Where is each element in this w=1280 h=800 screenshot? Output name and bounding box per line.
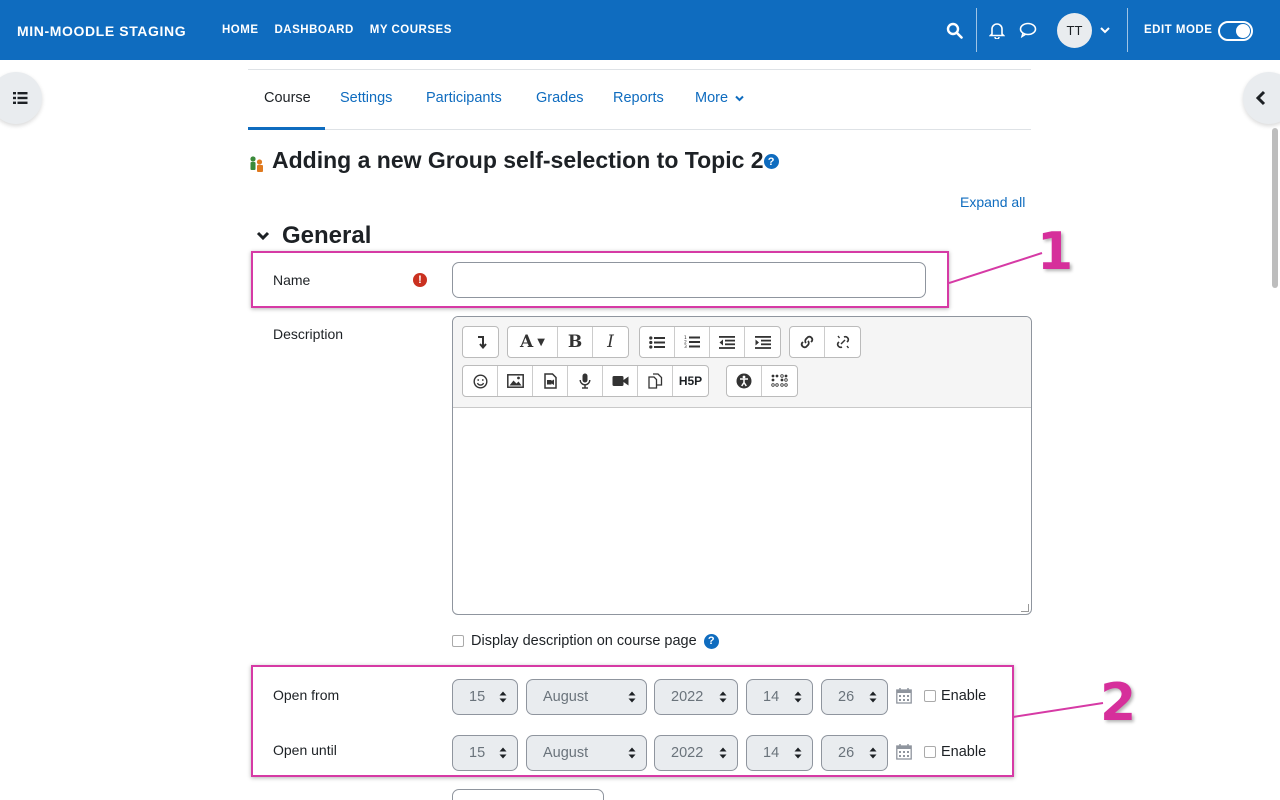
svg-text:3: 3	[684, 344, 687, 349]
chevron-down-icon	[256, 231, 270, 241]
tab-settings[interactable]: Settings	[340, 90, 392, 106]
emoji-icon[interactable]	[463, 366, 498, 396]
nav-my-courses-link[interactable]: MY COURSES	[370, 24, 452, 36]
annotation-number-2: 2	[1100, 673, 1137, 733]
help-icon[interactable]: ?	[703, 633, 719, 649]
display-description-option: Display description on course page ?	[452, 633, 719, 649]
nav-divider	[1127, 8, 1128, 52]
description-label: Description	[273, 326, 344, 342]
font-style-label: A	[520, 332, 534, 352]
display-description-label: Display description on course page	[471, 633, 697, 649]
bold-label: B	[567, 332, 583, 352]
edit-mode-label: EDIT MODE	[1144, 24, 1213, 36]
toolbar-group-accessibility	[726, 365, 798, 397]
nav-dashboard-link[interactable]: DASHBOARD	[275, 24, 354, 36]
next-field-input[interactable]	[452, 789, 604, 800]
page-scrollbar[interactable]	[1272, 128, 1278, 288]
tab-participants[interactable]: Participants	[426, 90, 502, 106]
toggle-knob	[1236, 24, 1250, 38]
active-tab-indicator	[248, 127, 325, 130]
notifications-bell-icon[interactable]	[985, 18, 1009, 42]
description-editor: A ▼ B I 123 H5P	[452, 316, 1032, 615]
microphone-icon[interactable]	[568, 366, 603, 396]
annotation-highlight-2	[251, 665, 1014, 777]
h5p-label: H5P	[678, 374, 703, 388]
tab-reports[interactable]: Reports	[613, 90, 664, 106]
editor-content-area[interactable]	[453, 408, 1031, 614]
editor-toolbar: A ▼ B I 123 H5P	[453, 317, 1031, 408]
accessibility-checker-icon[interactable]	[727, 366, 762, 396]
top-navbar: MIN-MOODLE STAGING HOME DASHBOARD MY COU…	[0, 0, 1280, 60]
tab-grades[interactable]: Grades	[536, 90, 584, 106]
toolbar-group-lists: 123	[639, 326, 781, 358]
screenreader-helper-icon[interactable]	[762, 366, 797, 396]
ordered-list-icon[interactable]: 123	[675, 327, 710, 357]
annotation-pointer-line-1	[949, 252, 1043, 284]
list-icon	[12, 92, 27, 104]
page-title-text: Adding a new Group self-selection to Top…	[272, 147, 764, 173]
annotation-number-1: 1	[1037, 222, 1074, 282]
annotation-pointer-line-2	[1013, 702, 1104, 718]
show-more-buttons-icon[interactable]	[463, 327, 498, 357]
help-icon[interactable]: ?	[763, 154, 779, 170]
search-icon[interactable]	[942, 18, 966, 42]
h5p-icon[interactable]: H5P	[673, 366, 708, 396]
tab-more-label: More	[695, 90, 729, 106]
user-menu-chevron-down-icon[interactable]	[1093, 18, 1117, 42]
general-section-toggle[interactable]: General	[256, 222, 371, 250]
messages-chat-icon[interactable]	[1016, 18, 1040, 42]
nav-divider	[976, 8, 977, 52]
secondary-navigation: Course Settings Participants Grades Repo…	[248, 70, 1031, 130]
toolbar-group-links	[789, 326, 861, 358]
annotation-highlight-1	[251, 251, 949, 308]
edit-mode-toggle[interactable]	[1218, 21, 1253, 41]
toolbar-group-style: A ▼ B I	[507, 326, 629, 358]
unordered-list-icon[interactable]	[640, 327, 675, 357]
unlink-icon[interactable]	[825, 327, 860, 357]
media-icon[interactable]	[533, 366, 568, 396]
tab-course[interactable]: Course	[264, 90, 311, 106]
section-heading: General	[282, 222, 372, 249]
open-block-drawer-button[interactable]	[1243, 72, 1280, 124]
video-camera-icon[interactable]	[603, 366, 638, 396]
nav-home-link[interactable]: HOME	[222, 24, 259, 36]
chevron-left-icon	[1256, 90, 1266, 106]
display-description-checkbox[interactable]	[452, 635, 464, 647]
chevron-down-icon	[735, 95, 744, 102]
tab-more[interactable]: More	[695, 90, 744, 106]
italic-icon[interactable]: I	[593, 327, 628, 357]
user-avatar[interactable]: TT	[1057, 13, 1092, 48]
toolbar-group-insert: H5P	[462, 365, 709, 397]
caret-down-icon: ▼	[537, 336, 545, 348]
bold-icon[interactable]: B	[558, 327, 593, 357]
toolbar-group-collapse	[462, 326, 499, 358]
manage-files-icon[interactable]	[638, 366, 673, 396]
indent-icon[interactable]	[745, 327, 780, 357]
outdent-icon[interactable]	[710, 327, 745, 357]
group-choice-activity-icon	[250, 156, 263, 172]
link-icon[interactable]	[790, 327, 825, 357]
italic-label: I	[607, 332, 614, 352]
expand-all-link[interactable]: Expand all	[960, 194, 1025, 210]
site-brand[interactable]: MIN-MOODLE STAGING	[17, 23, 186, 39]
font-style-icon[interactable]: A ▼	[508, 327, 558, 357]
page-title: Adding a new Group self-selection to Top…	[272, 147, 779, 174]
primary-nav: HOME DASHBOARD MY COURSES	[222, 24, 452, 36]
resize-handle-icon[interactable]	[1021, 604, 1029, 612]
open-course-index-button[interactable]	[0, 72, 42, 124]
image-icon[interactable]	[498, 366, 533, 396]
